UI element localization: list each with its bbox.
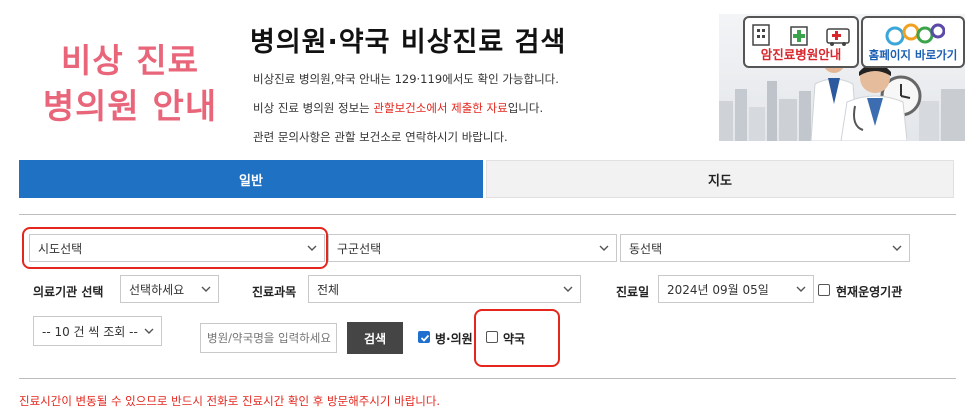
sido-select-value: 시도선택: [38, 241, 83, 256]
view-count-value: -- 10 건 씩 조회 --: [42, 324, 138, 339]
sido-select[interactable]: 시도선택: [29, 234, 325, 262]
operating-label: 현재운영기관: [836, 285, 903, 299]
egen-logo-icon: [885, 23, 945, 46]
logo-line-2: 병의원 안내: [42, 87, 218, 127]
chevron-down-icon: [796, 286, 806, 292]
date-select-value: 2024년 09월 05일: [667, 282, 769, 297]
search-input[interactable]: [200, 323, 337, 353]
institution-select-value: 선택하세요: [129, 282, 185, 297]
dong-select[interactable]: 동선택: [620, 234, 910, 262]
chevron-down-icon: [144, 328, 154, 334]
page-title: 병의원·약국 비상진료 검색: [250, 27, 567, 58]
chevron-down-icon: [892, 245, 902, 251]
gugun-select[interactable]: 구군선택: [328, 234, 617, 262]
hospital-label: 병·의원: [435, 332, 473, 346]
tab-map[interactable]: 지도: [486, 160, 954, 198]
egen-homepage-label: 홈페이지 바로가기: [868, 48, 958, 62]
institution-label: 의료기관 선택: [33, 285, 104, 299]
doctor-icon-2: [840, 63, 907, 141]
tab-general[interactable]: 일반: [19, 160, 483, 198]
department-select-value: 전체: [317, 282, 340, 297]
department-label: 진료과목: [252, 285, 297, 299]
header-description-2-highlight: 관할보건소에서 제출한 자료: [373, 101, 508, 115]
institution-select[interactable]: 선택하세요: [120, 275, 219, 303]
chevron-down-icon: [307, 245, 317, 251]
header-description-2-suffix: 입니다.: [507, 101, 544, 115]
notice-text: 진료시간이 변동될 수 있으므로 반드시 전화로 진료시간 확인 후 방문해주시…: [19, 394, 441, 408]
gugun-select-value: 구군선택: [337, 241, 382, 256]
header-description-1: 비상진료 병의원,약국 안내는 129·119에서도 확인 가능합니다.: [253, 72, 559, 86]
search-button[interactable]: 검색: [347, 322, 403, 354]
operating-checkbox[interactable]: [818, 284, 830, 296]
dong-select-value: 동선택: [629, 241, 663, 256]
header-description-2: 비상 진료 병의원 정보는 관할보건소에서 제출한 자료입니다.: [253, 100, 543, 116]
header-description-3: 관련 문의사항은 관할 보건소로 연락하시기 바랍니다.: [253, 130, 508, 144]
logo-line-1: 비상 진료: [61, 41, 199, 80]
header-banner: 암진료병원안내 홈페이지 바로가기: [719, 14, 965, 141]
cancer-hospital-label: 암진료병원안내: [760, 47, 842, 62]
check-icon: [420, 334, 430, 342]
view-count-select[interactable]: -- 10 건 씩 조회 --: [33, 316, 162, 346]
chevron-down-icon: [563, 286, 573, 292]
pharmacy-checkbox[interactable]: [486, 331, 498, 343]
date-select[interactable]: 2024년 09월 05일: [658, 275, 814, 303]
chevron-down-icon: [599, 245, 609, 251]
cancer-hospital-banner[interactable]: 암진료병원안내: [743, 16, 859, 68]
chevron-down-icon: [201, 286, 211, 292]
hospital-checkbox[interactable]: [418, 331, 430, 343]
logo-text: 비상 진료 병의원 안내: [30, 38, 230, 130]
pharmacy-label: 약국: [503, 332, 526, 346]
department-select[interactable]: 전체: [308, 275, 581, 303]
egen-homepage-banner[interactable]: 홈페이지 바로가기: [861, 16, 965, 68]
date-label: 진료일: [616, 285, 650, 299]
header-description-2-prefix: 비상 진료 병의원 정보는: [253, 101, 374, 115]
